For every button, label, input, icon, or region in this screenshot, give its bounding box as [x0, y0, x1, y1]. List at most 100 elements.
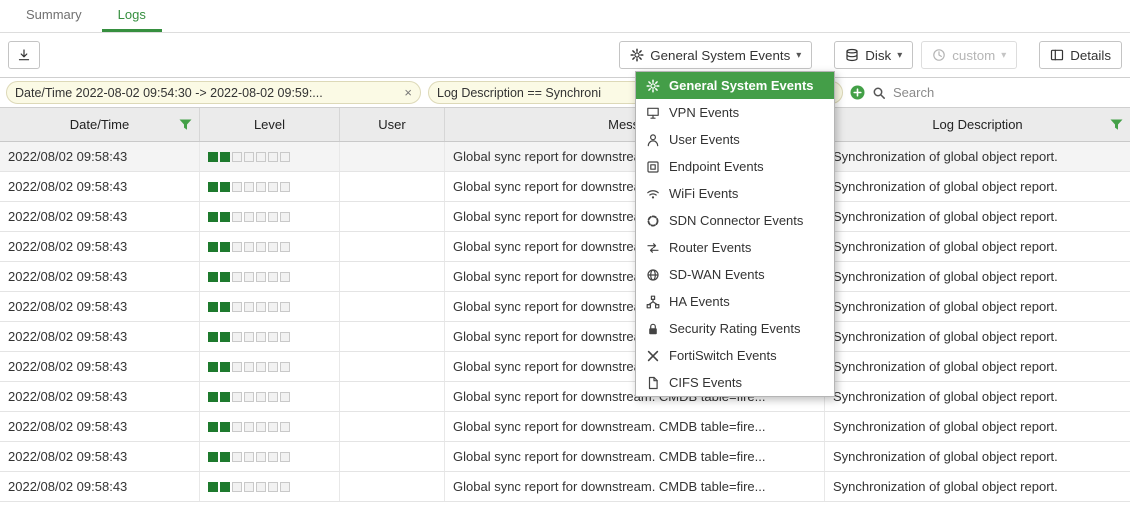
cell-datetime: 2022/08/02 09:58:43 [0, 382, 200, 411]
column-header-datetime[interactable]: Date/Time [0, 108, 200, 141]
tab-bar: Summary Logs [0, 0, 1130, 33]
table-row[interactable]: 2022/08/02 09:58:43Global sync report fo… [0, 352, 1130, 382]
user-icon [645, 133, 660, 147]
level-indicator [208, 362, 290, 372]
tab-logs[interactable]: Logs [102, 0, 162, 32]
event-type-button-label: General System Events [650, 48, 790, 63]
cell-message: Global sync report for downstream. CMDB … [445, 472, 825, 501]
dropdown-item-label: Security Rating Events [669, 321, 801, 336]
column-header-log-description[interactable]: Log Description [825, 108, 1130, 141]
custom-time-button-label: custom [952, 48, 995, 63]
cell-level [200, 262, 340, 291]
level-indicator [208, 242, 290, 252]
disk-button[interactable]: Disk ▾ [834, 41, 913, 69]
dropdown-item-cifs-events[interactable]: CIFS Events [636, 369, 834, 396]
filter-pill-datetime[interactable]: Date/Time 2022-08-02 09:54:30 -> 2022-08… [6, 81, 421, 104]
cell-user [340, 172, 445, 201]
chevron-down-icon: ▾ [1001, 50, 1006, 61]
cell-level [200, 472, 340, 501]
cell-log-description: Synchronization of global object report. [825, 292, 1130, 321]
cell-log-description: Synchronization of global object report. [825, 472, 1130, 501]
download-button[interactable] [8, 41, 40, 69]
level-indicator [208, 482, 290, 492]
cell-user [340, 382, 445, 411]
cell-user [340, 262, 445, 291]
table-row[interactable]: 2022/08/02 09:58:43Global sync report fo… [0, 442, 1130, 472]
cell-log-description: Synchronization of global object report. [825, 262, 1130, 291]
table-row[interactable]: 2022/08/02 09:58:43Global sync report fo… [0, 262, 1130, 292]
dropdown-item-security-rating-events[interactable]: Security Rating Events [636, 315, 834, 342]
chevron-down-icon: ▾ [897, 50, 902, 61]
table-row[interactable]: 2022/08/02 09:58:43Global sync report fo… [0, 382, 1130, 412]
cell-log-description: Synchronization of global object report. [825, 442, 1130, 471]
dropdown-item-ha-events[interactable]: HA Events [636, 288, 834, 315]
cell-user [340, 232, 445, 261]
cell-log-description: Synchronization of global object report. [825, 412, 1130, 441]
dropdown-item-sd-wan-events[interactable]: SD-WAN Events [636, 261, 834, 288]
cell-datetime: 2022/08/02 09:58:43 [0, 172, 200, 201]
cell-user [340, 412, 445, 441]
cell-datetime: 2022/08/02 09:58:43 [0, 472, 200, 501]
clock-icon [932, 48, 946, 62]
ha-icon [645, 295, 660, 309]
table-row[interactable]: 2022/08/02 09:58:43Global sync report fo… [0, 292, 1130, 322]
column-header-label: Log Description [932, 117, 1022, 132]
tab-summary[interactable]: Summary [10, 0, 98, 32]
cell-level [200, 292, 340, 321]
filter-funnel-icon[interactable] [1110, 119, 1123, 131]
event-type-dropdown: General System EventsVPN EventsUser Even… [635, 71, 835, 397]
cell-user [340, 202, 445, 231]
dropdown-item-router-events[interactable]: Router Events [636, 234, 834, 261]
filter-bar: Date/Time 2022-08-02 09:54:30 -> 2022-08… [0, 77, 1130, 108]
table-row[interactable]: 2022/08/02 09:58:43Global sync report fo… [0, 172, 1130, 202]
level-indicator [208, 272, 290, 282]
disk-button-label: Disk [865, 48, 891, 63]
cell-datetime: 2022/08/02 09:58:43 [0, 352, 200, 381]
search-input[interactable] [893, 85, 1124, 100]
cell-log-description: Synchronization of global object report. [825, 172, 1130, 201]
disk-icon [845, 48, 859, 62]
cell-datetime: 2022/08/02 09:58:43 [0, 262, 200, 291]
custom-time-button[interactable]: custom ▾ [921, 41, 1017, 69]
cell-user [340, 322, 445, 351]
table-row[interactable]: 2022/08/02 09:58:43Global sync report fo… [0, 322, 1130, 352]
level-indicator [208, 182, 290, 192]
dropdown-item-label: SDN Connector Events [669, 213, 803, 228]
cell-level [200, 322, 340, 351]
dropdown-item-wifi-events[interactable]: WiFi Events [636, 180, 834, 207]
column-header-user[interactable]: User [340, 108, 445, 141]
table-row[interactable]: 2022/08/02 09:58:43Global sync report fo… [0, 142, 1130, 172]
level-indicator [208, 302, 290, 312]
event-type-button[interactable]: General System Events ▾ [619, 41, 812, 69]
monitor-icon [645, 106, 660, 120]
cell-datetime: 2022/08/02 09:58:43 [0, 442, 200, 471]
cell-level [200, 442, 340, 471]
table-row[interactable]: 2022/08/02 09:58:43 Global sync report fo… [0, 472, 1130, 502]
close-icon[interactable]: × [404, 85, 412, 100]
dropdown-item-fortiswitch-events[interactable]: FortiSwitch Events [636, 342, 834, 369]
add-filter-button[interactable] [850, 85, 865, 100]
cell-datetime: 2022/08/02 09:58:43 [0, 202, 200, 231]
table-body: 2022/08/02 09:58:43 Global sync report fo… [0, 142, 1130, 502]
level-indicator [208, 332, 290, 342]
dropdown-item-sdn-connector-events[interactable]: SDN Connector Events [636, 207, 834, 234]
level-indicator [208, 422, 290, 432]
cell-message: Global sync report for downstream. CMDB … [445, 412, 825, 441]
details-button[interactable]: Details [1039, 41, 1122, 69]
cell-user [340, 142, 445, 171]
table-row[interactable]: 2022/08/02 09:58:43Global sync report fo… [0, 202, 1130, 232]
column-header-label: Date/Time [70, 117, 129, 132]
dropdown-item-general-system-events[interactable]: General System Events [636, 72, 834, 99]
gear-icon [645, 79, 660, 93]
dropdown-item-vpn-events[interactable]: VPN Events [636, 99, 834, 126]
table-row[interactable]: 2022/08/02 09:58:43Global sync report fo… [0, 412, 1130, 442]
table-row[interactable]: 2022/08/02 09:58:43Global sync report fo… [0, 232, 1130, 262]
filter-funnel-icon[interactable] [179, 119, 192, 131]
cell-datetime: 2022/08/02 09:58:43 [0, 232, 200, 261]
column-header-level[interactable]: Level [200, 108, 340, 141]
plus-icon [850, 85, 865, 100]
tab-logs-label: Logs [118, 7, 146, 22]
cell-datetime: 2022/08/02 09:58:43 [0, 292, 200, 321]
dropdown-item-user-events[interactable]: User Events [636, 126, 834, 153]
dropdown-item-endpoint-events[interactable]: Endpoint Events [636, 153, 834, 180]
